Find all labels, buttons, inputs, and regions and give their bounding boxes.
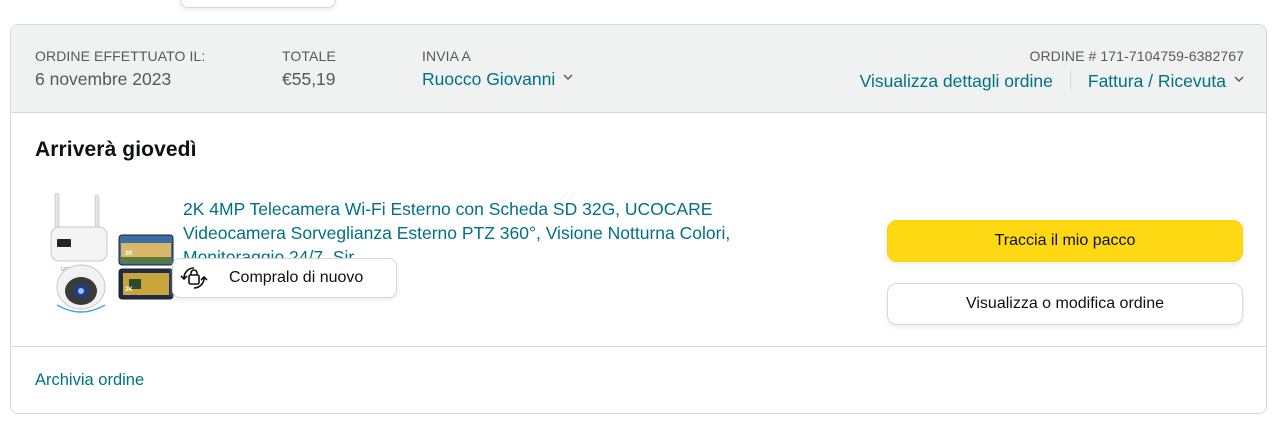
invoice-link-label: Fattura / Ricevuta bbox=[1087, 71, 1226, 91]
invoice-dropdown-link[interactable]: Fattura / Ricevuta bbox=[1088, 69, 1244, 93]
product-image[interactable]: UCOCARE 2K 2K bbox=[47, 192, 175, 317]
order-number-column: ORDINE # 171-7104759-6382767 Visualizza … bbox=[860, 47, 1244, 93]
archive-order-link[interactable]: Archivia ordine bbox=[35, 371, 144, 390]
order-body: Arriverà giovedì UCOCARE bbox=[11, 113, 1266, 347]
order-total-value: €55,19 bbox=[282, 69, 336, 89]
track-package-button[interactable]: Traccia il mio pacco bbox=[887, 220, 1243, 262]
order-details-link[interactable]: Visualizza dettagli ordine bbox=[860, 69, 1053, 93]
order-placed-date: 6 novembre 2023 bbox=[35, 69, 172, 89]
order-total-label: TOTALE bbox=[282, 48, 336, 64]
chevron-down-icon bbox=[563, 66, 573, 90]
buy-again-icon bbox=[177, 261, 211, 295]
order-total-column: TOTALE €55,19 bbox=[282, 47, 336, 91]
previous-dropdown-button[interactable] bbox=[180, 0, 336, 8]
buy-again-label: Compralo di nuovo bbox=[229, 269, 364, 286]
order-header: ORDINE EFFETTUATO IL: 6 novembre 2023 TO… bbox=[11, 25, 1266, 113]
delivery-status: Arriverà giovedì bbox=[35, 138, 197, 161]
ship-to-label: INVIA A bbox=[422, 48, 471, 64]
order-placed-label: ORDINE EFFETTUATO IL: bbox=[35, 48, 206, 64]
ship-to-popover-link[interactable]: Ruocco Giovanni bbox=[422, 67, 573, 91]
view-edit-order-button[interactable]: Visualizza o modifica ordine bbox=[887, 283, 1243, 325]
chevron-down-icon bbox=[1234, 68, 1244, 92]
svg-text:2K: 2K bbox=[125, 287, 133, 293]
buy-again-button[interactable]: Compralo di nuovo bbox=[172, 258, 397, 298]
svg-text:2K: 2K bbox=[125, 251, 133, 257]
ship-to-column: INVIA A Ruocco Giovanni bbox=[422, 47, 573, 91]
link-divider bbox=[1069, 70, 1071, 90]
order-number: ORDINE # 171-7104759-6382767 bbox=[1029, 48, 1244, 64]
order-card: ORDINE EFFETTUATO IL: 6 novembre 2023 TO… bbox=[10, 24, 1267, 414]
order-placed-column: ORDINE EFFETTUATO IL: 6 novembre 2023 bbox=[35, 47, 205, 91]
ship-to-name: Ruocco Giovanni bbox=[422, 69, 556, 89]
